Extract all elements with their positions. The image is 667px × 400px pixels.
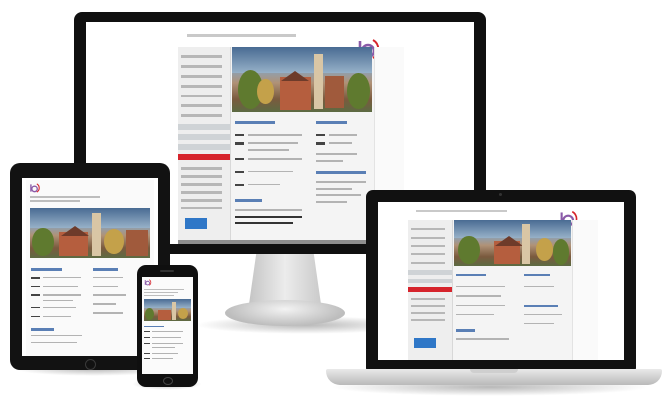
monitor-stand-neck (248, 245, 322, 305)
site-nav-active-item (178, 153, 230, 160)
tablet-site-logo-icon (30, 183, 40, 193)
tablet-hero-photo (30, 208, 150, 258)
tablet-home-button (85, 359, 96, 370)
laptop-nav-active-item (408, 287, 452, 292)
monitor-stand-base (225, 300, 345, 326)
phone-speaker (160, 270, 174, 272)
phone-site-logo-icon (144, 279, 152, 286)
site-badge (184, 218, 208, 229)
laptop-camera (499, 193, 502, 196)
smartphone (137, 265, 198, 387)
laptop-hero-photo (453, 219, 572, 267)
laptop-lid (366, 190, 636, 370)
website-phone (142, 277, 193, 374)
laptop-notch (470, 369, 518, 373)
website-laptop (408, 206, 598, 360)
site-hero-photo (232, 47, 373, 113)
website-tablet (26, 180, 154, 356)
site-nav (178, 47, 231, 244)
laptop-screen (378, 202, 624, 360)
phone-hero-photo (144, 299, 191, 321)
phone-home-button (163, 377, 173, 385)
phone-screen (142, 277, 193, 374)
